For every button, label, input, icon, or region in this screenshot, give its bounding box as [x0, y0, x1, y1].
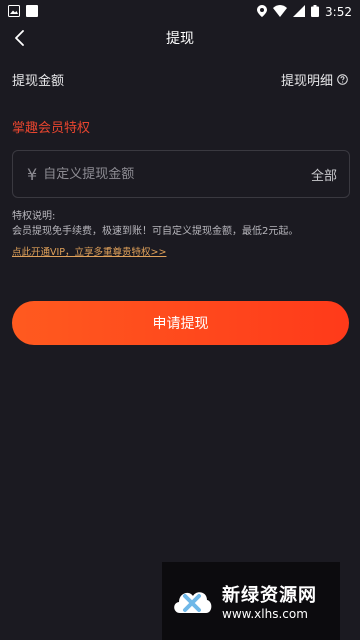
status-time: 3:52: [325, 5, 352, 19]
open-vip-link[interactable]: 点此开通VIP，立享多重尊贵特权>>: [12, 244, 166, 258]
cloud-logo-icon: [170, 579, 214, 623]
yen-icon: ¥: [27, 164, 38, 184]
help-icon: [337, 73, 348, 85]
watermark-text: 新绿资源网 www.xlhs.com: [222, 581, 317, 621]
status-bar: 3:52: [0, 0, 360, 24]
vip-privilege-title: 掌趣会员特权: [12, 121, 91, 136]
privilege-description: 会员提现免手续费，极速到账！可自定义提现金额，最低2元起。: [12, 226, 299, 237]
status-right: 3:52: [257, 4, 352, 20]
page-title: 提现: [166, 31, 194, 47]
withdraw-header-row: 提现金额 提现明细: [12, 68, 348, 90]
withdraw-all-button[interactable]: 全部: [311, 165, 337, 184]
amount-input-box: ¥ 全部: [12, 150, 350, 198]
back-button[interactable]: [8, 26, 32, 50]
status-left: [8, 4, 38, 20]
watermark: 新绿资源网 www.xlhs.com: [162, 562, 340, 640]
withdraw-amount-label: 提现金额: [12, 73, 65, 89]
privilege-label: 特权说明:: [12, 211, 56, 222]
watermark-title: 新绿资源网: [222, 585, 317, 606]
square-notification-icon: [26, 4, 38, 20]
amount-input[interactable]: [43, 166, 311, 182]
withdraw-details-label: 提现明细: [280, 73, 333, 89]
withdraw-details-link[interactable]: 提现明细: [281, 70, 348, 89]
battery-icon: [311, 4, 320, 20]
wifi-icon: [273, 4, 288, 20]
chevron-left-icon: [15, 30, 24, 46]
image-notification-icon: [8, 4, 20, 20]
signal-icon: [293, 4, 306, 20]
watermark-url: www.xlhs.com: [222, 607, 308, 621]
apply-withdraw-label: 申请提现: [152, 316, 209, 332]
location-icon: [257, 4, 268, 20]
apply-withdraw-button[interactable]: 申请提现: [12, 301, 349, 345]
nav-bar: 提现: [0, 24, 360, 52]
